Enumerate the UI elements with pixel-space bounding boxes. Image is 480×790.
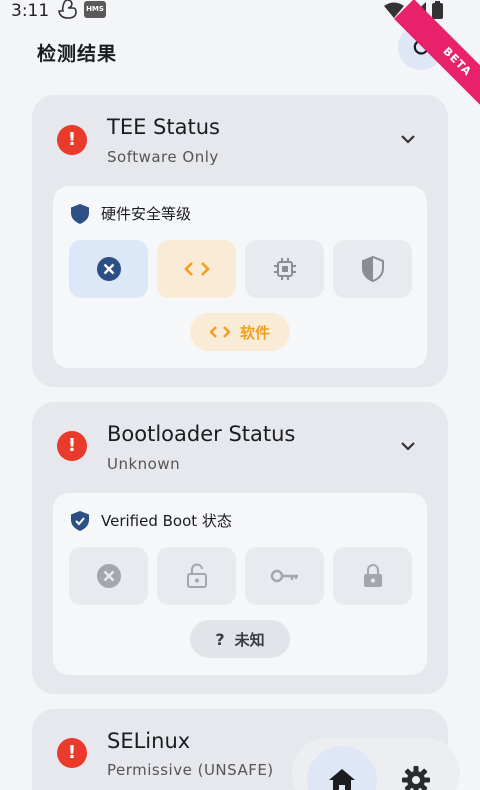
card-title: SELinux <box>107 729 191 753</box>
battery-icon <box>432 1 443 19</box>
home-icon <box>329 769 355 790</box>
level-strongbox-tile[interactable] <box>333 240 412 298</box>
code-icon <box>209 326 230 338</box>
pill-label: 软件 <box>239 323 270 342</box>
section-title: 硬件安全等级 <box>101 205 192 223</box>
bootloader-status-header[interactable]: ! Bootloader Status Unknown <box>32 402 448 492</box>
page-title: 检测结果 <box>37 43 118 65</box>
section-title: Verified Boot 状态 <box>101 512 232 530</box>
tee-status-header[interactable]: ! TEE Status Software Only <box>32 95 448 185</box>
card-subtitle: Permissive (UNSAFE) <box>107 761 274 779</box>
close-circle-icon <box>96 564 121 588</box>
shield-icon <box>71 203 89 224</box>
bootloader-status-card: ! Bootloader Status Unknown Verified Boo… <box>32 402 448 694</box>
error-icon: ! <box>57 431 87 461</box>
duck-notification-icon <box>58 0 77 19</box>
hms-icon: HMS <box>84 1 106 18</box>
lock-icon <box>363 564 382 587</box>
boot-failed-tile[interactable] <box>69 547 148 605</box>
tee-status-card: ! TEE Status Software Only 硬件安全等级 软件 <box>32 95 448 387</box>
boot-key-tile[interactable] <box>245 547 324 605</box>
card-title: Bootloader Status <box>107 422 296 446</box>
boot-locked-tile[interactable] <box>333 547 412 605</box>
status-time: 3:11 <box>11 1 50 21</box>
error-icon: ! <box>57 125 87 155</box>
card-subtitle: Unknown <box>107 455 181 473</box>
security-shield-icon <box>361 256 384 282</box>
card-title: TEE Status <box>107 115 220 139</box>
hardware-security-level-panel: 硬件安全等级 软件 <box>53 186 427 368</box>
chevron-down-icon[interactable] <box>400 440 416 452</box>
level-software-tile[interactable] <box>157 240 236 298</box>
error-icon: ! <box>57 738 87 768</box>
chevron-down-icon[interactable] <box>400 133 416 145</box>
boot-unlocked-tile[interactable] <box>157 547 236 605</box>
level-tee-tile[interactable] <box>245 240 324 298</box>
code-icon <box>183 262 210 276</box>
chip-icon <box>273 258 296 280</box>
pill-label: 未知 <box>234 630 265 649</box>
key-icon <box>270 569 298 583</box>
close-circle-icon <box>96 257 121 281</box>
verified-shield-icon <box>71 510 89 531</box>
software-result-pill: 软件 <box>190 313 290 351</box>
card-subtitle: Software Only <box>107 148 219 166</box>
question-icon: ? <box>215 629 225 649</box>
verified-boot-panel: Verified Boot 状态 ? 未知 <box>53 493 427 675</box>
lock-open-icon <box>186 563 207 588</box>
unknown-result-pill: ? 未知 <box>190 620 290 658</box>
gear-icon <box>402 766 430 790</box>
level-failed-tile[interactable] <box>69 240 148 298</box>
